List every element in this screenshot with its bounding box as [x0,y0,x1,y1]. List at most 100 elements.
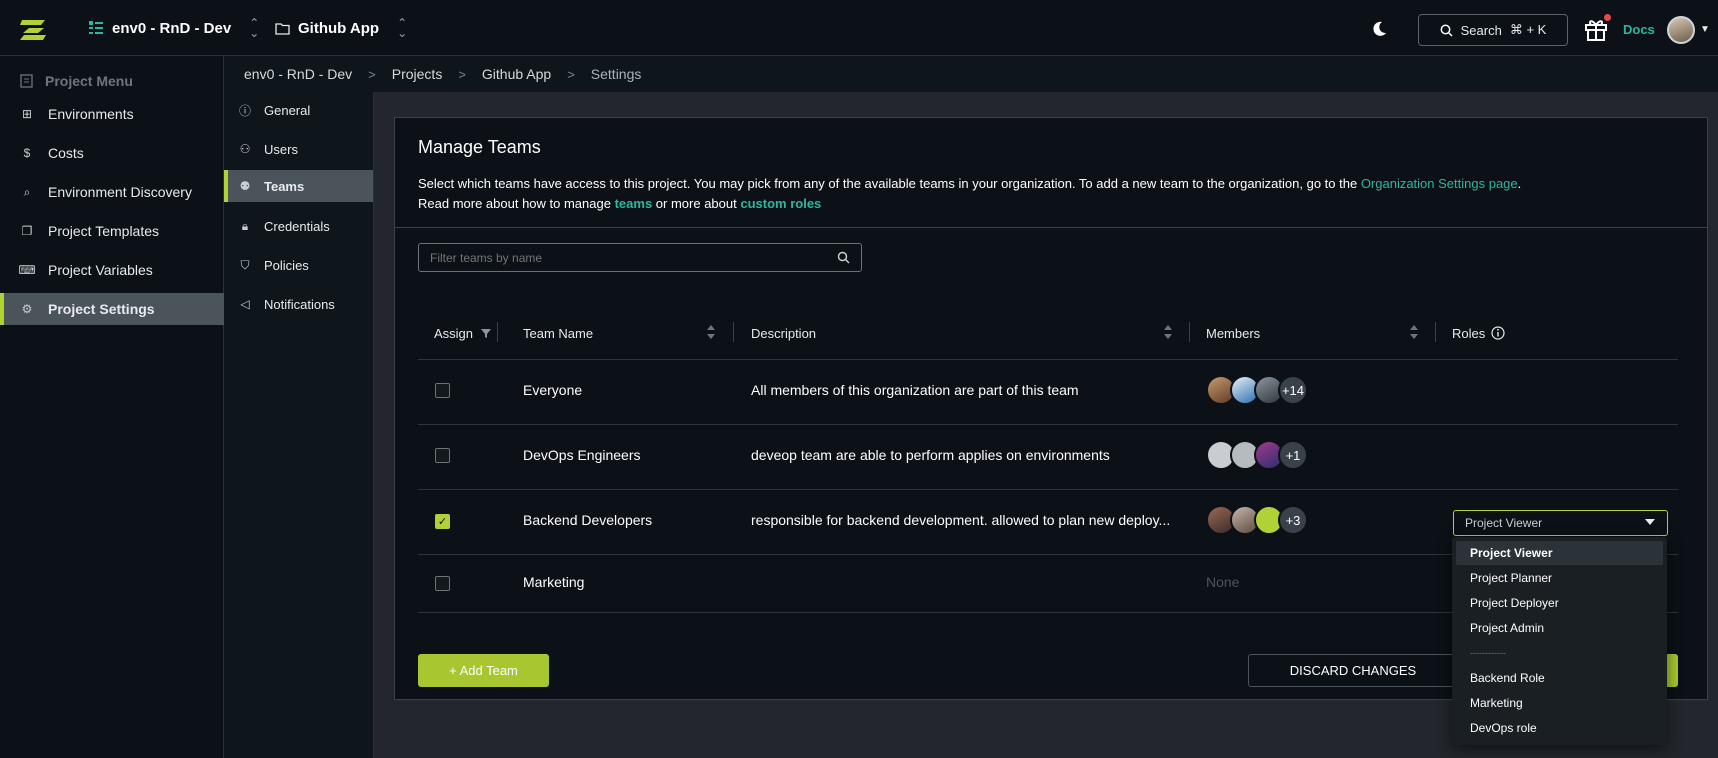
teams-docs-link[interactable]: teams [615,196,653,211]
sidebar-item-environment-discovery[interactable]: ⌕ Environment Discovery [0,176,224,208]
role-option-project-admin[interactable]: Project Admin [1456,616,1663,640]
add-team-button[interactable]: + Add Team [418,654,549,687]
column-header-team-name[interactable]: Team Name [523,318,593,348]
role-option-project-planner[interactable]: Project Planner [1456,566,1663,590]
info-icon: ⓘ [238,103,251,118]
search-button[interactable]: Search ⌘ + K [1418,14,1568,46]
megaphone-icon: ◁ [240,297,250,311]
discard-changes-button[interactable]: DISCARD CHANGES [1248,654,1458,687]
sort-icon[interactable] [1164,325,1172,339]
subnav-item-general[interactable]: ⓘ General [224,94,373,126]
custom-roles-link[interactable]: custom roles [740,196,821,211]
assign-checkbox[interactable] [435,383,450,398]
assign-checkbox-checked[interactable]: ✓ [435,514,450,529]
moon-icon[interactable] [1370,20,1388,38]
role-dropdown-menu: Project Viewer Project Planner Project D… [1452,537,1667,745]
members-none: None [1206,574,1240,590]
filter-teams-input[interactable] [418,243,862,272]
templates-icon: ❐ [21,224,33,238]
sidebar-item-label: Project Settings [48,301,155,317]
breadcrumb-org[interactable]: env0 - RnD - Dev [244,66,352,82]
assign-checkbox[interactable] [435,448,450,463]
org-name: env0 - RnD - Dev [112,19,232,37]
team-description: deveop team are able to perform applies … [751,447,1110,463]
variables-icon: ⌨ [18,263,36,277]
sidebar-item-project-settings[interactable]: ⚙ Project Settings [0,293,224,325]
header-label: Roles [1452,325,1486,341]
teams-icon: ⚉ [239,179,251,193]
column-divider [1435,322,1436,342]
chevron-right-icon: > [368,66,376,82]
column-divider [1189,322,1190,342]
role-option-devops-role[interactable]: DevOps role [1456,716,1663,740]
project-sidebar: Project Menu ⊞ Environments $ Costs ⌕ En… [0,56,224,758]
search-shortcut: ⌘ + K [1509,22,1547,37]
role-option-project-deployer[interactable]: Project Deployer [1456,591,1663,615]
subnav-item-notifications[interactable]: ◁ Notifications [224,288,373,320]
role-option-project-viewer[interactable]: Project Viewer [1456,541,1663,565]
chevron-updown-icon: ⌃ ⌄ [397,16,408,40]
column-header-assign[interactable]: Assign [434,318,492,348]
sidebar-item-project-templates[interactable]: ❐ Project Templates [0,215,224,247]
role-option-backend-role[interactable]: Backend Role [1456,666,1663,690]
project-menu-label: Project Menu [45,73,133,89]
project-switcher[interactable]: Github App ⌃ ⌄ [275,0,407,56]
subnav-item-policies[interactable]: ⛉ Policies [224,249,373,281]
subnav-item-users[interactable]: ⚇ Users [224,133,373,165]
members-avatars[interactable]: +1 [1206,440,1308,470]
role-select-value: Project Viewer [1465,516,1543,530]
desc-text-2: Read more about how to manage [418,196,611,211]
members-avatars[interactable]: +3 [1206,505,1308,535]
role-option-marketing[interactable]: Marketing [1456,691,1663,715]
members-more-badge: +1 [1278,440,1308,470]
notification-dot [1604,14,1611,21]
sidebar-item-label: Project Templates [48,223,160,239]
header-label: Team Name [523,325,594,341]
gear-icon: ⚙ [21,302,33,316]
subnav-item-teams[interactable]: ⚉ Teams [224,170,373,202]
assign-checkbox[interactable] [435,576,450,591]
column-header-members[interactable]: Members [1206,318,1260,348]
docs-link[interactable]: Docs [1623,22,1655,37]
team-description: All members of this organization are par… [751,382,1079,398]
role-select[interactable]: Project Viewer [1453,510,1668,536]
user-icon: ⚇ [239,142,251,156]
sidebar-item-costs[interactable]: $ Costs [0,137,224,169]
breadcrumb-project[interactable]: Github App [482,66,551,82]
project-name: Github App [298,19,380,37]
lock-icon: 🔒︎ [241,218,249,233]
env0-logo-icon[interactable] [18,18,48,42]
subnav-item-label: Users [264,141,298,157]
column-header-description[interactable]: Description [751,318,816,348]
user-avatar[interactable] [1667,16,1695,44]
header-label: Assign [434,325,474,341]
team-name: Backend Developers [523,512,653,528]
subnav-item-label: Policies [264,257,309,273]
org-switcher[interactable]: env0 - RnD - Dev ⌃ ⌄ [88,0,259,56]
project-menu-header[interactable]: Project Menu [20,66,133,96]
chevron-right-icon: > [458,66,466,82]
row-divider [418,359,1678,360]
subnav-item-label: Notifications [264,296,335,312]
caret-down-icon[interactable]: ▼ [1700,24,1710,35]
breadcrumb-projects[interactable]: Projects [392,66,443,82]
info-icon[interactable] [1491,326,1505,340]
breadcrumb: env0 - RnD - Dev > Projects > Github App… [224,56,1718,92]
sort-icon[interactable] [707,325,715,339]
org-settings-link[interactable]: Organization Settings page [1361,176,1518,191]
header-label: Description [751,325,817,341]
sidebar-item-environments[interactable]: ⊞ Environments [0,98,224,130]
filter-icon[interactable] [481,328,492,338]
sort-icon[interactable] [1410,325,1418,339]
desc-text-3: or more about [655,196,737,211]
members-avatars[interactable]: +14 [1206,375,1308,405]
manage-teams-description: Select which teams have access to this p… [418,174,1521,214]
column-header-roles: Roles [1452,318,1505,348]
page-title: Manage Teams [418,137,541,157]
sidebar-item-label: Environments [48,106,134,122]
members-more-badge: +3 [1278,505,1308,535]
subnav-item-credentials[interactable]: 🔒︎ Credentials [224,210,373,242]
subnav-item-label: Teams [264,178,305,194]
sidebar-item-project-variables[interactable]: ⌨ Project Variables [0,254,224,286]
team-description: responsible for backend development. all… [751,512,1171,528]
